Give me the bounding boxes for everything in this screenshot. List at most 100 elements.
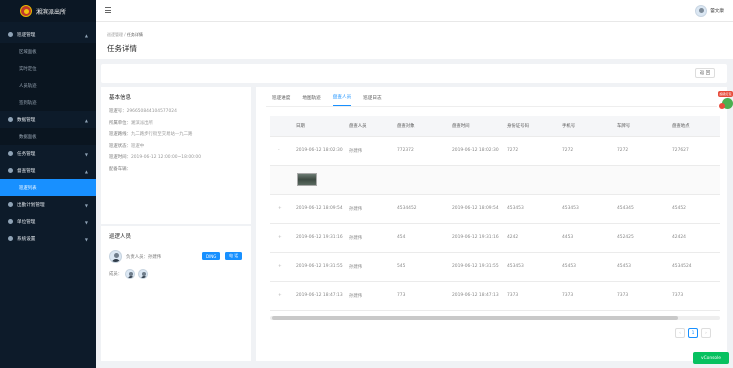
police-badge-icon bbox=[20, 5, 32, 17]
avatar[interactable] bbox=[138, 269, 149, 279]
inspection-photo[interactable] bbox=[297, 173, 317, 186]
sidebar-group-inspection[interactable]: 督查管理 ▲ bbox=[0, 162, 96, 179]
table-header-row: 日期 盘查人员 盘查对象 盘查时间 身份证号码 手机号 车牌号 盘查地点 bbox=[270, 116, 720, 137]
leader-label: 负责人员：孙建伟 bbox=[126, 254, 162, 260]
cell-id-number: 7373 bbox=[501, 281, 556, 311]
tab-bar: 巡逻进度 地图轨迹 盘查人员 巡逻日志 bbox=[266, 87, 717, 107]
scrollbar-thumb[interactable] bbox=[272, 316, 678, 320]
collapse-toggle[interactable]: - bbox=[270, 136, 290, 166]
cell-subject: 454 bbox=[391, 223, 446, 253]
red-packet-widget[interactable]: 超级红包 bbox=[717, 91, 733, 115]
horizontal-scrollbar[interactable] bbox=[270, 316, 720, 320]
cell-subject: 772372 bbox=[391, 136, 446, 166]
cell-location: 4534524 bbox=[666, 252, 720, 282]
task-icon bbox=[8, 151, 13, 156]
table-row[interactable]: + 2019-06-12 18:47:13 孙建伟 773 2019-06-12… bbox=[270, 281, 720, 311]
info-value: 九二路步行街至交易站—九二路 bbox=[130, 132, 193, 138]
data-icon bbox=[8, 117, 13, 122]
sidebar-item-data-panel[interactable]: 数据面板 bbox=[0, 128, 96, 145]
sidebar-group-label: 督查管理 bbox=[17, 168, 36, 174]
expand-toggle[interactable]: + bbox=[270, 223, 290, 253]
call-button[interactable]: 电 话 bbox=[225, 252, 243, 260]
patrol-icon bbox=[8, 32, 13, 37]
avatar bbox=[109, 250, 122, 263]
cell-plate: 7373 bbox=[611, 281, 666, 311]
cell-time: 2019-06-12 18:47:13 bbox=[446, 281, 501, 311]
cell-time: 2019-06-12 19:31:16 bbox=[446, 223, 501, 253]
sidebar-group-unit[interactable]: 单位管理 ▼ bbox=[0, 213, 96, 230]
sidebar-menu: 巡逻管理 ▲ 区域面板 实时定位 人员轨迹 签到轨迹 数据管理 ▲ 数据面板 任… bbox=[0, 22, 96, 247]
back-button[interactable]: 返 回 bbox=[695, 68, 715, 78]
info-key: 巡逻状态： bbox=[109, 143, 131, 149]
tab-patrol-progress[interactable]: 巡逻进度 bbox=[272, 95, 290, 106]
pagination: ‹ 1 › bbox=[675, 328, 711, 338]
info-row: 巡逻号：296650844104577024 bbox=[109, 108, 243, 114]
hamburger-menu-icon[interactable] bbox=[105, 7, 111, 13]
expand-toggle[interactable]: + bbox=[270, 281, 290, 311]
table-row[interactable]: + 2019-06-12 19:31:16 孙建伟 454 2019-06-12… bbox=[270, 223, 720, 253]
cell-id-number: 453453 bbox=[501, 252, 556, 282]
table-row[interactable]: + 2019-06-12 19:31:55 孙建伟 545 2019-06-12… bbox=[270, 252, 720, 282]
table-row[interactable]: + 2019-06-12 18:09:54 孙建伟 4534452 2019-0… bbox=[270, 194, 720, 224]
info-key: 巡逻时间： bbox=[109, 155, 131, 161]
sidebar-group-label: 单位管理 bbox=[17, 219, 36, 225]
avatar[interactable] bbox=[125, 269, 136, 279]
patrol-people-panel: 巡逻人员 负责人员：孙建伟 DING 电 话 成员： bbox=[101, 226, 251, 361]
prev-page-button[interactable]: ‹ bbox=[675, 328, 685, 338]
cell-plate: 7272 bbox=[611, 136, 666, 166]
patrol-people-title: 巡逻人员 bbox=[109, 234, 132, 240]
tab-inspected-persons[interactable]: 盘查人员 bbox=[332, 94, 352, 106]
breadcrumb-parent[interactable]: 巡逻管理 bbox=[107, 32, 123, 37]
cell-date: 2019-06-12 18:47:13 bbox=[290, 281, 343, 311]
table-row[interactable]: - 2019-06-12 18:02:30 孙建伟 772372 2019-06… bbox=[270, 136, 720, 166]
expand-toggle[interactable]: + bbox=[270, 194, 290, 224]
cell-phone: 453453 bbox=[556, 194, 611, 224]
sidebar-item-area-panel[interactable]: 区域面板 bbox=[0, 43, 96, 60]
sidebar-item-realtime-location[interactable]: 实时定位 bbox=[0, 60, 96, 77]
next-page-button[interactable]: › bbox=[701, 328, 711, 338]
breadcrumb-separator: / bbox=[124, 32, 126, 37]
sidebar-group-patrol[interactable]: 巡逻管理 ▲ bbox=[0, 26, 96, 43]
sidebar-group-data[interactable]: 数据管理 ▲ bbox=[0, 111, 96, 128]
column-header: 盘查地点 bbox=[666, 116, 720, 137]
user-menu[interactable]: 蕾文康 bbox=[695, 5, 724, 17]
cell-plate: 45453 bbox=[611, 252, 666, 282]
cell-inspector: 孙建伟 bbox=[343, 252, 391, 282]
cell-time: 2019-06-12 18:02:30 bbox=[446, 136, 501, 166]
sidebar-item-person-track[interactable]: 人员轨迹 bbox=[0, 77, 96, 94]
breadcrumb-current: 任务详情 bbox=[126, 32, 143, 37]
sidebar-group-settings[interactable]: 系统设置 ▼ bbox=[0, 230, 96, 247]
cell-date: 2019-06-12 19:31:16 bbox=[290, 223, 343, 253]
cell-phone: 7272 bbox=[556, 136, 611, 166]
expanded-row bbox=[270, 165, 720, 195]
attendance-icon bbox=[8, 202, 13, 207]
cell-inspector: 孙建伟 bbox=[343, 281, 391, 311]
cell-plate: 454345 bbox=[611, 194, 666, 224]
tab-patrol-log[interactable]: 巡逻日志 bbox=[363, 95, 381, 106]
app-logo[interactable]: 湘滨派出所 bbox=[0, 0, 96, 22]
settings-icon bbox=[8, 236, 13, 241]
cell-inspector: 孙建伟 bbox=[343, 223, 391, 253]
cell-phone: 7373 bbox=[556, 281, 611, 311]
sidebar-group-attendance[interactable]: 出勤计划管理 ▼ bbox=[0, 196, 96, 213]
cell-subject: 4534452 bbox=[391, 194, 446, 224]
column-header bbox=[270, 116, 290, 137]
info-value: 湘滨派出所 bbox=[130, 120, 153, 126]
ding-button[interactable]: DING bbox=[202, 252, 221, 260]
sidebar-item-checkin-track[interactable]: 签到轨迹 bbox=[0, 94, 96, 111]
sidebar-group-label: 系统设置 bbox=[17, 236, 36, 242]
page-number-button[interactable]: 1 bbox=[688, 328, 698, 338]
tab-map-track[interactable]: 地图轨迹 bbox=[302, 95, 320, 106]
info-key: 巡逻路线： bbox=[109, 132, 131, 138]
sidebar-group-task[interactable]: 任务管理 ▼ bbox=[0, 145, 96, 162]
info-row: 配备车辆： bbox=[109, 166, 243, 172]
vconsole-button[interactable]: vConsole bbox=[693, 352, 729, 364]
sidebar-item-patrol-list[interactable]: 巡逻列表 bbox=[0, 179, 96, 196]
cell-subject: 773 bbox=[391, 281, 446, 311]
detail-tabs-panel: 巡逻进度 地图轨迹 盘查人员 巡逻日志 日期 盘查人员 盘查对象 盘查时间 身份… bbox=[256, 87, 727, 361]
expand-toggle[interactable]: + bbox=[270, 252, 290, 282]
members-label: 成员： bbox=[109, 272, 123, 277]
app-name: 湘滨派出所 bbox=[36, 8, 67, 16]
cell-phone: 45453 bbox=[556, 252, 611, 282]
chevron-up-icon: ▲ bbox=[84, 118, 88, 123]
